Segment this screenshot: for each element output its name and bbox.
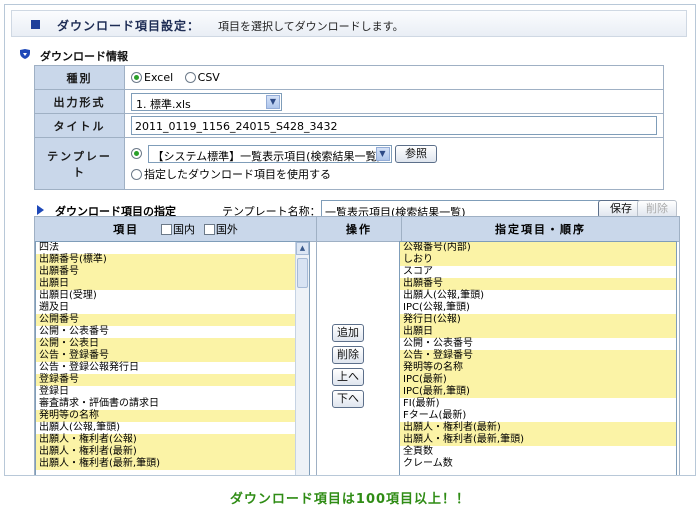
radio-use-specified[interactable]: 指定したダウンロード項目を使用する	[131, 166, 657, 182]
list-item[interactable]: 全頁数	[400, 446, 676, 458]
list-item[interactable]: 公告・登録番号	[36, 350, 309, 362]
browse-button[interactable]: 参照	[395, 145, 437, 163]
template-label: テンプレート	[34, 137, 125, 190]
list-item[interactable]: 審査請求・評価書の請求日	[36, 398, 309, 410]
list-item[interactable]: 出願人・権利者(最新,筆頭)	[400, 434, 676, 446]
promo-caption: ダウンロード項目は100項目以上！！	[229, 492, 471, 507]
list-item[interactable]: 公告・登録番号	[400, 350, 676, 362]
list-item[interactable]: 公開番号	[36, 314, 309, 326]
list-item[interactable]: FI(最新)	[400, 398, 676, 410]
download-info-title: ダウンロード情報	[40, 50, 128, 63]
filter-domestic-label: 国内	[173, 223, 195, 236]
shield-arrow-icon	[20, 49, 30, 59]
list-item[interactable]: 出願人・権利者(最新)	[400, 422, 676, 434]
list-item[interactable]: 発明等の名称	[36, 410, 309, 422]
list-item[interactable]: 発明等の名称	[400, 362, 676, 374]
list-item[interactable]: 出願人・権利者(公報)	[36, 434, 309, 446]
scrollbar[interactable]: ▲	[295, 242, 309, 475]
list-item[interactable]: 登録番号	[36, 374, 309, 386]
filter-domestic[interactable]: 国内	[161, 223, 195, 236]
title-input[interactable]: 2011_0119_1156_24015_S428_3432	[131, 116, 657, 135]
format-select[interactable]: 1. 標準.xls ▼	[131, 92, 282, 111]
selected-column-header: 指定項目・順序	[401, 216, 680, 242]
items-column-header: 項目 国内 国外	[34, 216, 317, 242]
scroll-thumb[interactable]	[297, 258, 308, 288]
list-item[interactable]: しおり	[400, 254, 676, 266]
title-label: タイトル	[34, 113, 125, 138]
template-select[interactable]: 【システム標準】一覧表示項目(検索結果一覧) ▼	[147, 145, 392, 163]
chevron-down-icon: ▼	[266, 94, 280, 109]
radio-csv[interactable]: CSV	[184, 71, 220, 84]
chevron-down-icon: ▼	[375, 147, 390, 161]
list-item[interactable]: Fターム(最新)	[400, 410, 676, 422]
square-bullet-icon	[31, 20, 40, 29]
list-item[interactable]: 出願番号(標準)	[36, 254, 309, 266]
triangle-right-icon	[37, 205, 44, 215]
radio-unchecked-icon	[184, 72, 196, 83]
radio-checked-icon	[131, 72, 142, 83]
page-subtitle: 項目を選択してダウンロードします。	[218, 20, 404, 33]
header-bar: ダウンロード項目設定： 項目を選択してダウンロードします。	[11, 10, 687, 37]
items-column-label: 項目	[113, 223, 140, 236]
checkbox-icon	[203, 224, 215, 235]
available-items-list[interactable]: 四法 出願番号(標準) 出願番号 出願日 出願日(受理) 遡及日 公開番号 公開・公表番号 公開…	[35, 241, 310, 475]
selected-items-list[interactable]: 公報番号(内部) しおり スコア 出願番号 出願人(公報,筆頭) IPC(公報,筆頭) 発行…	[399, 241, 677, 475]
list-item[interactable]: スコア	[400, 266, 676, 278]
list-item[interactable]: 公報番号(内部)	[400, 242, 676, 254]
format-select-value: 1. 標準.xls	[136, 97, 191, 111]
list-item[interactable]: 公開・公表番号	[36, 326, 309, 338]
radio-excel[interactable]: Excel	[131, 71, 173, 84]
list-item[interactable]: 四法	[36, 242, 309, 254]
list-item[interactable]: 出願人・権利者(最新,筆頭)	[36, 458, 309, 470]
filter-foreign[interactable]: 国外	[203, 223, 238, 236]
template-select-value: 【システム標準】一覧表示項目(検索結果一覧)	[152, 150, 381, 163]
move-down-button[interactable]: 下へ	[332, 390, 364, 408]
list-item[interactable]: 発行日(公報)	[400, 314, 676, 326]
list-item[interactable]: 出願日(受理)	[36, 290, 309, 302]
radio-excel-label: Excel	[144, 71, 174, 84]
type-label: 種別	[34, 65, 125, 90]
scroll-up-icon[interactable]: ▲	[296, 242, 309, 255]
list-item[interactable]: 遡及日	[36, 302, 309, 314]
download-info-table: 種別 Excel CSV 出力形式 1. 標準.xls ▼ タイトル 2011_…	[34, 65, 664, 190]
operation-column-header: 操作	[316, 216, 402, 242]
filter-foreign-label: 国外	[215, 223, 238, 236]
list-item[interactable]: 出願人(公報,筆頭)	[36, 422, 309, 434]
page-title: ダウンロード項目設定：	[57, 19, 201, 33]
remove-button[interactable]: 削除	[332, 346, 364, 364]
use-template-option-label: 指定したダウンロード項目を使用する	[144, 168, 331, 181]
radio-unchecked-icon	[131, 169, 142, 180]
radio-csv-label: CSV	[197, 71, 220, 84]
download-settings-panel: ダウンロード項目設定： 項目を選択してダウンロードします。 ダウンロード情報 種…	[4, 4, 696, 476]
title-input-value: 2011_0119_1156_24015_S428_3432	[135, 120, 338, 133]
checkbox-icon	[161, 224, 172, 235]
list-item[interactable]: 出願人・権利者(最新)	[36, 446, 309, 458]
radio-template-icon[interactable]	[131, 148, 142, 159]
list-item[interactable]: 出願番号	[36, 266, 309, 278]
list-item[interactable]: 出願日	[400, 326, 676, 338]
format-label: 出力形式	[34, 89, 125, 114]
list-item[interactable]: 登録日	[36, 386, 309, 398]
list-item[interactable]: IPC(最新,筆頭)	[400, 386, 676, 398]
add-button[interactable]: 追加	[332, 324, 364, 342]
list-item[interactable]: 出願日	[36, 278, 309, 290]
list-item[interactable]: IPC(公報,筆頭)	[400, 302, 676, 314]
list-item[interactable]: 公告・登録公報発行日	[36, 362, 309, 374]
list-item[interactable]: IPC(最新)	[400, 374, 676, 386]
list-item[interactable]: クレーム数	[400, 458, 676, 470]
move-up-button[interactable]: 上へ	[332, 368, 364, 386]
list-item[interactable]: 出願人(公報,筆頭)	[400, 290, 676, 302]
list-item[interactable]: 出願番号	[400, 278, 676, 290]
list-item[interactable]: 公開・公表番号	[400, 338, 676, 350]
list-item[interactable]: 公開・公表日	[36, 338, 309, 350]
